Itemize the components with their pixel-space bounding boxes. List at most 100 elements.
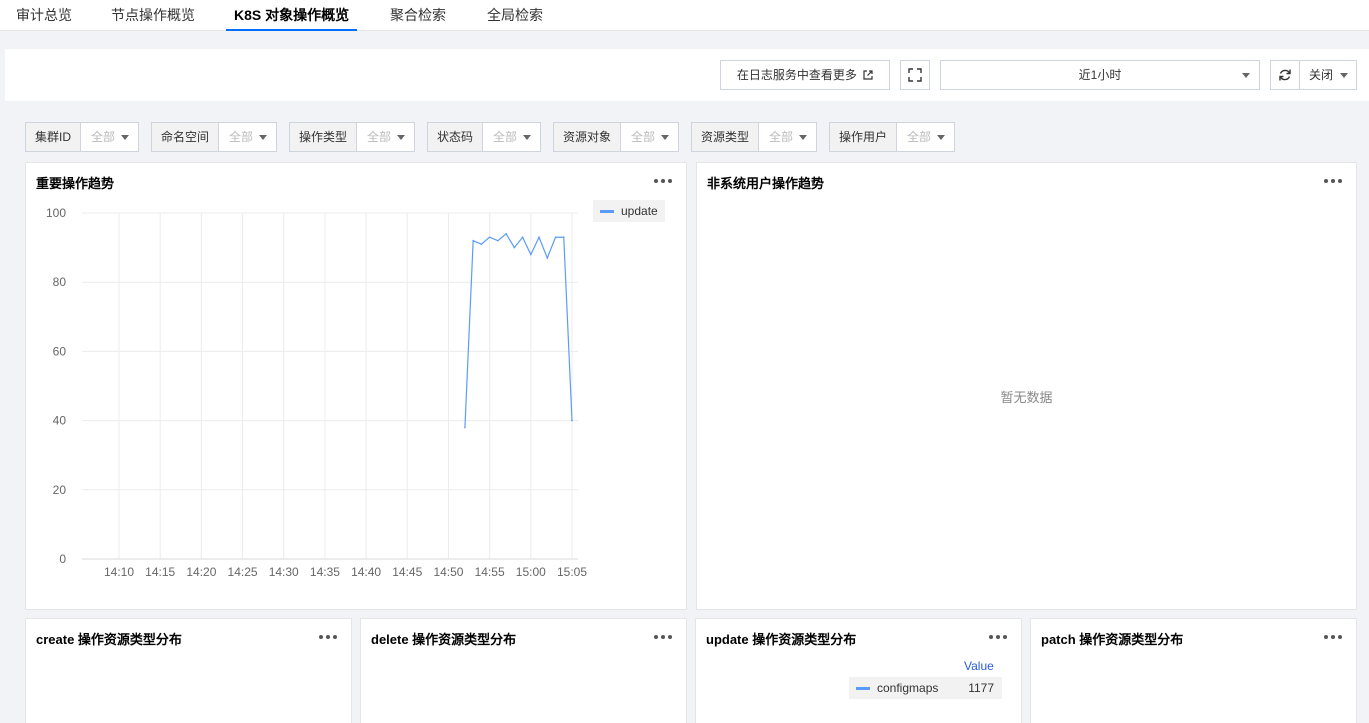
refresh-button[interactable] bbox=[1270, 60, 1300, 90]
filter-label: 操作类型 bbox=[290, 123, 358, 151]
panel-title: patch 操作资源类型分布 bbox=[1041, 632, 1184, 647]
filter-namespace[interactable]: 命名空间 全部 bbox=[151, 122, 277, 152]
top-tab-bar: 审计总览 节点操作概览 K8S 对象操作概览 聚合检索 全局检索 bbox=[0, 0, 1369, 31]
chart-legend[interactable]: update bbox=[593, 200, 665, 222]
external-link-icon bbox=[863, 70, 873, 80]
series-point-update bbox=[562, 236, 565, 239]
chevron-down-icon bbox=[1242, 73, 1250, 78]
series-point-update bbox=[505, 232, 507, 235]
chevron-down-icon bbox=[397, 135, 405, 140]
legend-swatch bbox=[856, 687, 870, 691]
panel-title: update 操作资源类型分布 bbox=[706, 632, 857, 647]
filter-value: 全部 bbox=[631, 130, 656, 144]
y-tick-label: 0 bbox=[59, 552, 66, 566]
more-options-icon[interactable] bbox=[1324, 635, 1342, 639]
legend-swatch bbox=[600, 210, 614, 214]
panel-non-system-user-trend: 非系统用户操作趋势 暂无数据 bbox=[696, 162, 1357, 610]
time-range-select[interactable]: 近1小时 bbox=[940, 60, 1260, 90]
chevron-down-icon bbox=[661, 135, 669, 140]
filter-value: 全部 bbox=[91, 130, 116, 144]
x-tick-label: 14:15 bbox=[145, 565, 175, 579]
tab-audit-overview[interactable]: 审计总览 bbox=[16, 0, 72, 31]
tab-node-operation-overview[interactable]: 节点操作概览 bbox=[111, 0, 195, 31]
view-more-label: 在日志服务中查看更多 bbox=[736, 68, 857, 82]
legend-entry-update: update bbox=[621, 204, 658, 218]
y-tick-label: 80 bbox=[53, 275, 67, 289]
filter-value: 全部 bbox=[229, 130, 254, 144]
y-tick-label: 40 bbox=[53, 414, 67, 428]
x-tick-label: 14:35 bbox=[310, 565, 340, 579]
filter-status-code[interactable]: 状态码 全部 bbox=[427, 122, 541, 152]
panel-important-trend: 重要操作趋势 0 20 40 60 80 100 14:10 14:15 14:20 14:25… bbox=[25, 162, 687, 610]
chevron-down-icon bbox=[1340, 73, 1348, 78]
filter-label: 操作用户 bbox=[830, 123, 898, 151]
series-point-update bbox=[521, 236, 524, 239]
x-tick-label: 14:10 bbox=[104, 565, 134, 579]
x-tick-label: 14:25 bbox=[228, 565, 258, 579]
x-tick-label: 14:40 bbox=[351, 565, 381, 579]
series-point-update bbox=[554, 236, 557, 239]
auto-refresh-value: 关闭 bbox=[1309, 68, 1334, 82]
y-tick-label: 20 bbox=[53, 483, 67, 497]
series-line-update bbox=[464, 232, 573, 428]
y-tick-label: 100 bbox=[46, 206, 66, 220]
filter-value: 全部 bbox=[367, 130, 392, 144]
more-options-icon[interactable] bbox=[654, 635, 672, 639]
x-tick-label: 15:00 bbox=[516, 565, 546, 579]
series-point-update bbox=[464, 426, 466, 429]
series-point-update bbox=[488, 236, 491, 239]
filter-label: 集群ID bbox=[26, 123, 82, 151]
filter-resource-object[interactable]: 资源对象 全部 bbox=[553, 122, 679, 152]
fullscreen-button[interactable] bbox=[900, 60, 930, 90]
tab-aggregate-search[interactable]: 聚合检索 bbox=[390, 0, 446, 31]
y-tick-label: 60 bbox=[53, 344, 67, 358]
distribution-legend-item[interactable]: configmaps 1177 bbox=[849, 677, 1002, 699]
panel-update-distribution: update 操作资源类型分布 Value configmaps 1177 bbox=[695, 618, 1022, 723]
value-column-header: Value bbox=[964, 659, 994, 673]
series-point-update bbox=[513, 246, 516, 249]
filter-cluster-id[interactable]: 集群ID 全部 bbox=[25, 122, 139, 152]
filter-operation-user[interactable]: 操作用户 全部 bbox=[829, 122, 955, 152]
filter-label: 资源类型 bbox=[692, 123, 760, 151]
time-range-value: 近1小时 bbox=[1078, 68, 1122, 82]
chevron-down-icon bbox=[799, 135, 807, 140]
chevron-down-icon bbox=[121, 135, 129, 140]
more-options-icon[interactable] bbox=[989, 635, 1007, 639]
panel-title: 非系统用户操作趋势 bbox=[707, 176, 825, 191]
filter-value: 全部 bbox=[769, 130, 794, 144]
more-options-icon[interactable] bbox=[319, 635, 337, 639]
x-tick-label: 14:50 bbox=[433, 565, 463, 579]
chevron-down-icon bbox=[259, 135, 267, 140]
important-trend-chart: 0 20 40 60 80 100 14:10 14:15 14:20 14:25 14:30 14… bbox=[46, 206, 587, 579]
filter-label: 命名空间 bbox=[152, 123, 220, 151]
tab-k8s-object-overview[interactable]: K8S 对象操作概览 bbox=[226, 0, 358, 31]
series-point-update bbox=[530, 253, 532, 256]
filter-label: 资源对象 bbox=[554, 123, 622, 151]
filter-resource-type[interactable]: 资源类型 全部 bbox=[691, 122, 817, 152]
chevron-down-icon bbox=[937, 135, 945, 140]
panel-create-distribution: create 操作资源类型分布 bbox=[25, 618, 352, 723]
x-tick-label: 14:45 bbox=[392, 565, 422, 579]
x-tick-label: 14:55 bbox=[475, 565, 505, 579]
filter-value: 全部 bbox=[493, 130, 518, 144]
panel-title: delete 操作资源类型分布 bbox=[371, 632, 517, 647]
x-tick-label: 14:30 bbox=[269, 565, 299, 579]
series-point-update bbox=[546, 257, 549, 259]
filter-value: 全部 bbox=[907, 130, 932, 144]
legend-item-value: 1177 bbox=[968, 681, 994, 695]
tab-global-search[interactable]: 全局检索 bbox=[487, 0, 543, 31]
more-options-icon[interactable] bbox=[1324, 179, 1342, 183]
series-point-update bbox=[497, 239, 499, 242]
panel-delete-distribution: delete 操作资源类型分布 bbox=[360, 618, 687, 723]
panel-patch-distribution: patch 操作资源类型分布 bbox=[1030, 618, 1357, 723]
auto-refresh-select[interactable]: 关闭 bbox=[1299, 60, 1357, 90]
fullscreen-icon bbox=[908, 68, 922, 82]
dashboard-toolbar: 在日志服务中查看更多 近1小时 关闭 bbox=[5, 49, 1369, 101]
series-point-update bbox=[480, 243, 483, 245]
series-point-update bbox=[472, 239, 474, 242]
filter-label: 状态码 bbox=[428, 123, 484, 151]
filter-operation-type[interactable]: 操作类型 全部 bbox=[289, 122, 415, 152]
no-data-text: 暂无数据 bbox=[1000, 390, 1053, 405]
view-in-log-service-button[interactable]: 在日志服务中查看更多 bbox=[720, 60, 890, 90]
x-tick-label: 14:20 bbox=[186, 565, 216, 579]
